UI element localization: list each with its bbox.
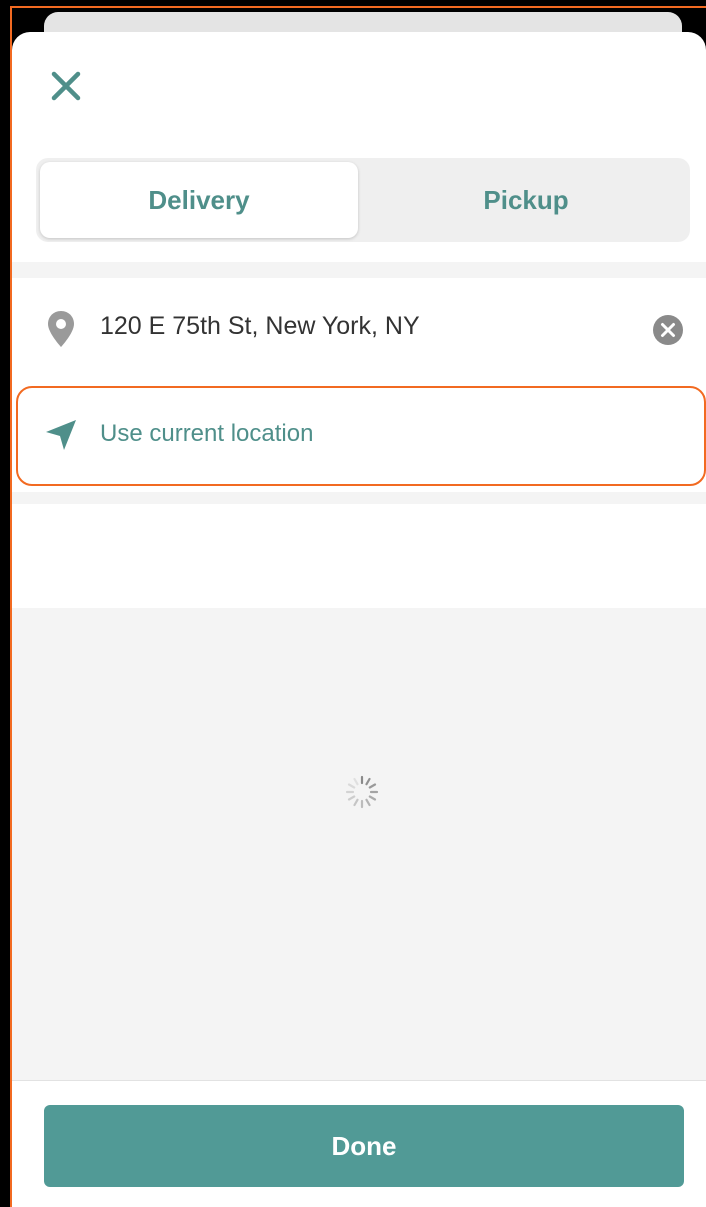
section-divider <box>12 492 706 504</box>
tab-pickup[interactable]: Pickup <box>366 162 686 238</box>
highlight-border-top <box>10 6 706 8</box>
order-type-toggle: Delivery Pickup <box>36 158 690 242</box>
navigation-arrow-icon <box>46 420 76 450</box>
location-pin-icon <box>48 311 74 347</box>
app-frame: Delivery Pickup 120 E 75th St, New York,… <box>0 0 706 1207</box>
tab-delivery[interactable]: Delivery <box>40 162 358 238</box>
use-current-location-label: Use current location <box>100 420 314 447</box>
address-sheet: Delivery Pickup 120 E 75th St, New York,… <box>12 32 706 1207</box>
clear-icon[interactable] <box>652 314 684 346</box>
map-loading-area <box>12 608 706 1080</box>
address-value: 120 E 75th St, New York, NY <box>100 312 420 340</box>
close-button[interactable] <box>44 64 88 108</box>
loading-spinner-icon <box>345 775 379 809</box>
results-area <box>12 504 706 608</box>
footer-bar: Done <box>12 1080 706 1207</box>
address-field[interactable]: 120 E 75th St, New York, NY <box>12 278 706 380</box>
close-icon <box>51 71 81 101</box>
use-current-location-button[interactable]: Use current location <box>16 386 706 486</box>
section-divider <box>12 262 706 278</box>
done-button[interactable]: Done <box>44 1105 684 1187</box>
